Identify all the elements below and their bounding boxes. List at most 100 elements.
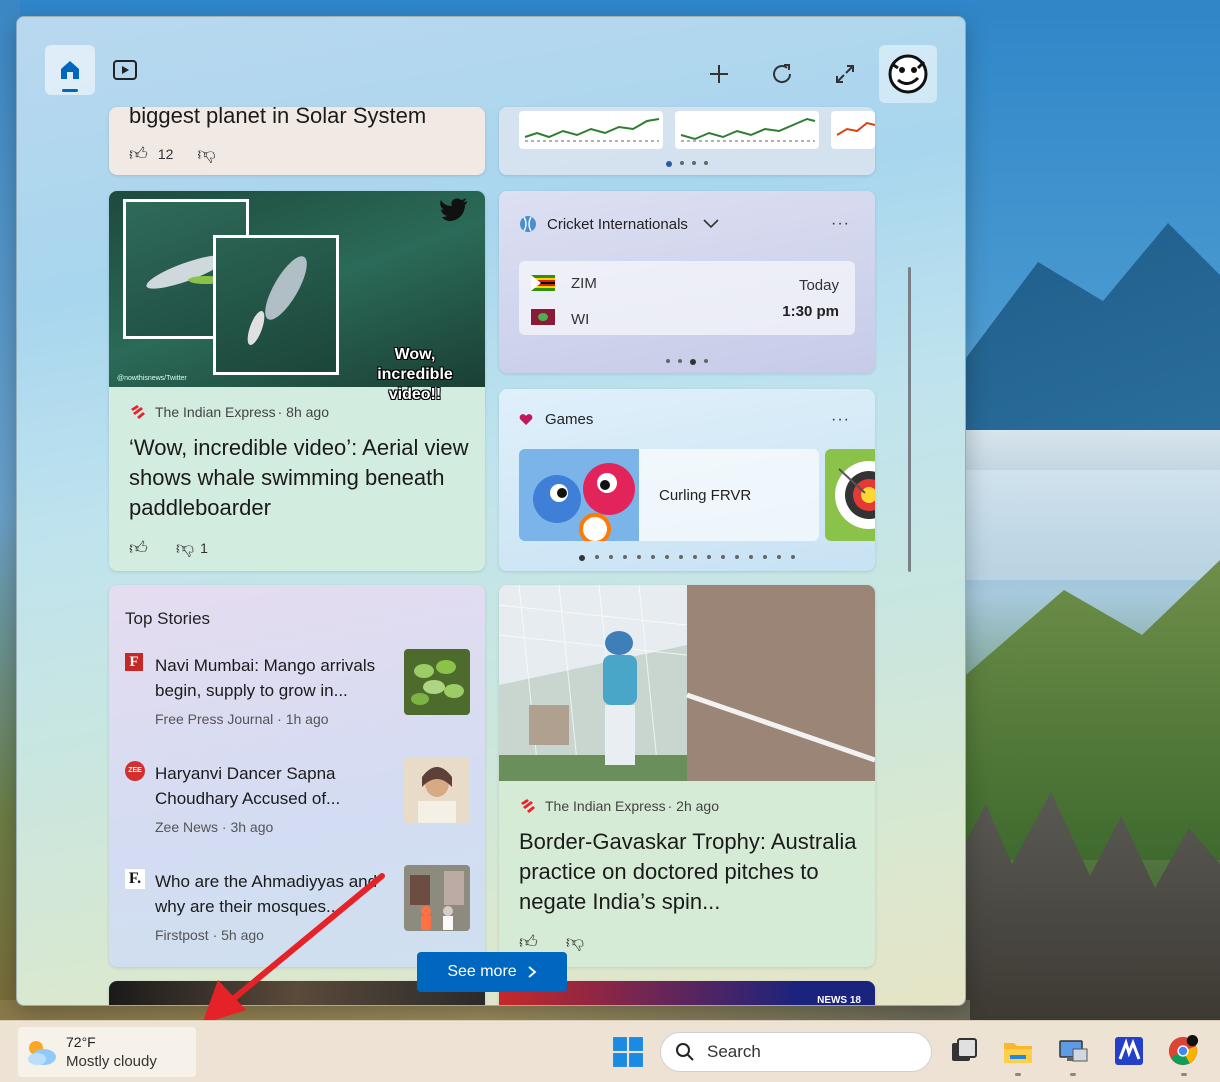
home-tab[interactable] [45,45,95,95]
carousel-dots[interactable] [499,555,875,561]
widget-title: Cricket Internationals [547,215,688,233]
headline: Border-Gavaskar Trophy: Australia practi… [519,829,857,914]
video-icon [113,60,137,80]
source-name: The Indian Express [155,404,276,420]
firstpost-logo: F. [125,869,145,889]
match-day: Today [798,277,839,294]
video-overlay-text: Wow, incredible video!! [377,346,453,403]
thumbs-up-icon[interactable]: 👍︎ [129,143,148,165]
video-tab[interactable] [100,45,150,95]
game-tile-next[interactable] [825,449,875,541]
match-time: 1:30 pm [782,303,839,320]
chevron-right-icon [528,966,537,978]
chrome-icon[interactable] [1167,1035,1199,1067]
list-item[interactable]: ZEE Haryanvi Dancer Sapna Choudhary Accu… [109,755,485,855]
cricket-widget: Cricket Internationals ··· ZIM WI Today … [499,191,875,373]
expand-icon [836,65,854,83]
news-card-planet[interactable]: biggest planet in Solar System 👍︎ 12 👎︎ [109,107,485,175]
stock-sparkline-1 [519,111,663,149]
see-more-button[interactable]: See more [417,952,567,992]
profile-button[interactable] [879,45,937,103]
timestamp: · 8h ago [277,404,329,420]
source-name: The Indian Express [545,798,666,814]
file-explorer-icon[interactable] [1002,1035,1034,1067]
thumbs-down-icon[interactable]: 👎︎ [197,143,215,165]
dislike-count: 1 [200,540,208,556]
news-card-whale[interactable]: Wow, incredible video!! @nowthisnews/Twi… [109,191,485,571]
story-thumbnail [404,649,470,715]
refresh-button[interactable] [757,49,807,99]
search-placeholder: Search [707,1042,761,1061]
game-tile[interactable]: Curling FRVR [519,449,819,541]
stocks-card[interactable] [499,107,875,175]
avatar [888,54,928,94]
game-thumbnail [519,449,639,541]
games-widget: Games ··· Curling FRVR [499,389,875,571]
expand-button[interactable] [820,49,870,99]
heart-icon [519,413,533,425]
cricket-ball-icon [520,216,536,232]
see-more-label: See more [447,963,517,980]
widget-title: Games [545,411,594,428]
story-thumbnail [404,757,470,823]
thumbs-down-icon[interactable]: 👎︎ [176,537,194,559]
running-indicator [1070,1073,1076,1076]
start-button[interactable] [612,1036,644,1068]
carousel-dots[interactable] [499,359,875,365]
story-headline: Navi Mumbai: Mango arrivals begin, suppl… [155,656,376,700]
match-row[interactable]: ZIM WI Today 1:30 pm [519,261,855,335]
like-count: 12 [157,146,174,162]
widgets-panel: biggest planet in Solar System 👍︎ 12 👎︎ [16,16,966,1006]
carousel-dots[interactable] [499,161,875,167]
zee-news-logo: ZEE [125,761,145,781]
add-widget-button[interactable] [694,49,744,99]
running-indicator [1015,1073,1021,1076]
thumbs-up-icon[interactable]: 👍︎ [519,931,538,953]
game-name: Curling FRVR [659,487,752,504]
list-item[interactable]: F Navi Mumbai: Mango arrivals begin, sup… [109,647,485,747]
story-meta: Zee News · 3h ago [155,819,274,835]
taskbar: 72°F Mostly cloudy Search [0,1020,1220,1082]
thumbs-down-icon[interactable]: 👎︎ [566,931,584,953]
more-options-button[interactable]: ··· [831,215,850,233]
archery-target-icon [835,461,875,529]
free-press-logo: F [125,653,143,671]
scrollbar[interactable] [908,267,911,572]
indian-express-logo [521,799,535,813]
twitter-icon [440,198,467,221]
chevron-down-icon[interactable] [702,218,720,230]
plus-icon [710,65,728,83]
list-item[interactable]: F. Who are the Ahmadiyyas and why are th… [109,863,485,963]
search-icon [676,1043,694,1061]
wallpaper-fog [960,430,1220,580]
headline: ‘Wow, incredible video’: Aerial view sho… [129,435,469,520]
weather-widget-button[interactable]: 72°F Mostly cloudy [18,1027,196,1077]
video-watermark: @nowthisnews/Twitter [117,375,187,382]
task-view-icon[interactable] [948,1035,980,1067]
story-meta: Firstpost · 5h ago [155,927,264,943]
flag-zimbabwe [531,275,555,291]
widgets-toolbar [17,17,965,117]
running-indicator [1181,1073,1187,1076]
video-frame-right [213,235,339,375]
thumbs-up-icon[interactable]: 👍︎ [129,537,148,559]
story-meta: Free Press Journal · 1h ago [155,711,329,727]
more-options-button[interactable]: ··· [831,411,850,429]
indian-express-logo [131,405,145,419]
story-headline: Haryanvi Dancer Sapna Choudhary Accused … [155,764,341,808]
stock-sparkline-3 [831,111,875,149]
timestamp: · 2h ago [667,798,719,814]
news18-badge: NEWS 18 [817,995,861,1006]
app-icon-m[interactable] [1113,1035,1145,1067]
team2-name: WI [571,311,590,328]
remote-desktop-icon[interactable] [1057,1035,1089,1067]
headline: biggest planet in Solar System [129,107,427,128]
news-card-cricket[interactable]: The Indian Express · 2h ago Border-Gavas… [499,585,875,967]
weather-temperature: 72°F [66,1034,96,1050]
taskbar-search-box[interactable]: Search [660,1032,932,1072]
team1-name: ZIM [571,275,597,292]
stock-sparkline-2 [675,111,819,149]
section-title: Top Stories [125,609,211,628]
cricket-practice-thumbnail [499,585,875,781]
flag-west-indies [531,309,555,325]
